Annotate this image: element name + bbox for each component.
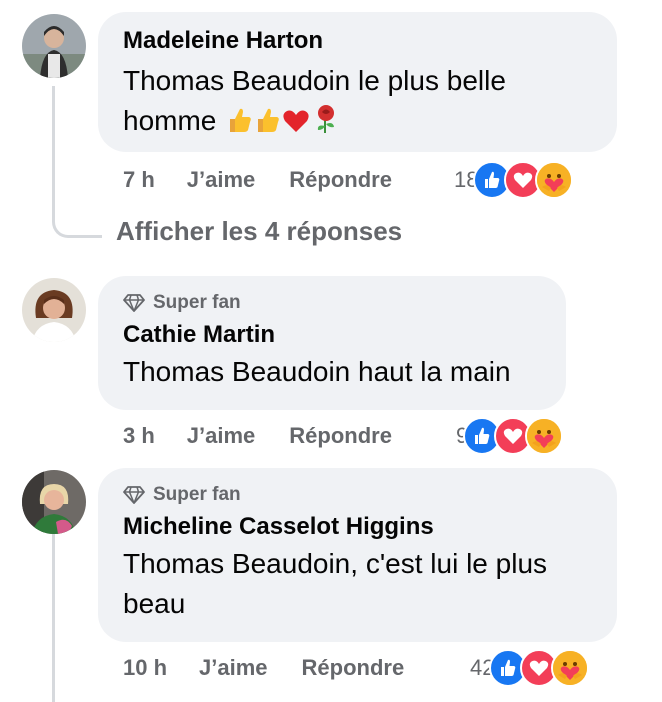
view-replies-link[interactable]: Afficher les 4 réponses	[116, 216, 402, 247]
reply-button[interactable]: Répondre	[289, 167, 392, 193]
reply-button[interactable]: Répondre	[289, 423, 392, 449]
comment-text: Thomas Beaudoin haut la main	[123, 356, 511, 387]
comment-bubble: Madeleine Harton Thomas Beaudoin le plus…	[98, 12, 617, 152]
comment-timestamp[interactable]: 10 h	[123, 655, 167, 681]
like-button[interactable]: J’aime	[187, 167, 256, 193]
comment-author[interactable]: Cathie Martin	[123, 320, 542, 350]
avatar[interactable]	[22, 278, 86, 342]
comment-timestamp[interactable]: 3 h	[123, 423, 155, 449]
comment-actions: 7 h J’aime Répondre	[123, 162, 426, 198]
reaction-summary[interactable]: 42	[470, 648, 590, 688]
like-button[interactable]: J’aime	[187, 423, 256, 449]
rose-emoji	[312, 104, 340, 145]
heart-emoji	[282, 105, 310, 145]
comment-actions: 10 h J’aime Répondre	[123, 650, 438, 686]
super-fan-badge: Super fan	[123, 290, 542, 316]
care-reaction-icon	[551, 649, 590, 687]
diamond-icon	[123, 486, 145, 504]
diamond-icon	[123, 294, 145, 312]
care-reaction-icon	[535, 161, 574, 199]
badge-label: Super fan	[153, 292, 241, 313]
like-button[interactable]: J’aime	[199, 655, 268, 681]
super-fan-badge: Super fan	[123, 482, 593, 508]
comments-thread: Madeleine Harton Thomas Beaudoin le plus…	[0, 0, 662, 702]
comment-author[interactable]: Madeleine Harton	[123, 26, 593, 56]
comment-bubble: Super fan Micheline Casselot Higgins Tho…	[98, 468, 617, 642]
reply-button[interactable]: Répondre	[302, 655, 405, 681]
comment-author[interactable]: Micheline Casselot Higgins	[123, 512, 593, 542]
thread-line	[52, 534, 55, 702]
comment-text: Thomas Beaudoin, c'est lui le plus beau	[123, 548, 548, 619]
comment-timestamp[interactable]: 7 h	[123, 167, 155, 193]
comment-bubble: Super fan Cathie Martin Thomas Beaudoin …	[98, 276, 566, 410]
thumbs-up-emoji	[254, 105, 280, 145]
reply-thread-connector	[52, 86, 102, 238]
comment-text: Thomas Beaudoin le plus belle homme	[123, 61, 593, 145]
reaction-summary[interactable]: 9	[456, 416, 564, 456]
badge-label: Super fan	[153, 484, 241, 505]
avatar[interactable]	[22, 470, 86, 534]
avatar[interactable]	[22, 14, 86, 78]
thumbs-up-emoji	[226, 105, 252, 145]
comment-actions: 3 h J’aime Répondre	[123, 418, 426, 454]
care-reaction-icon	[525, 417, 564, 455]
reaction-summary[interactable]: 18	[454, 160, 574, 200]
